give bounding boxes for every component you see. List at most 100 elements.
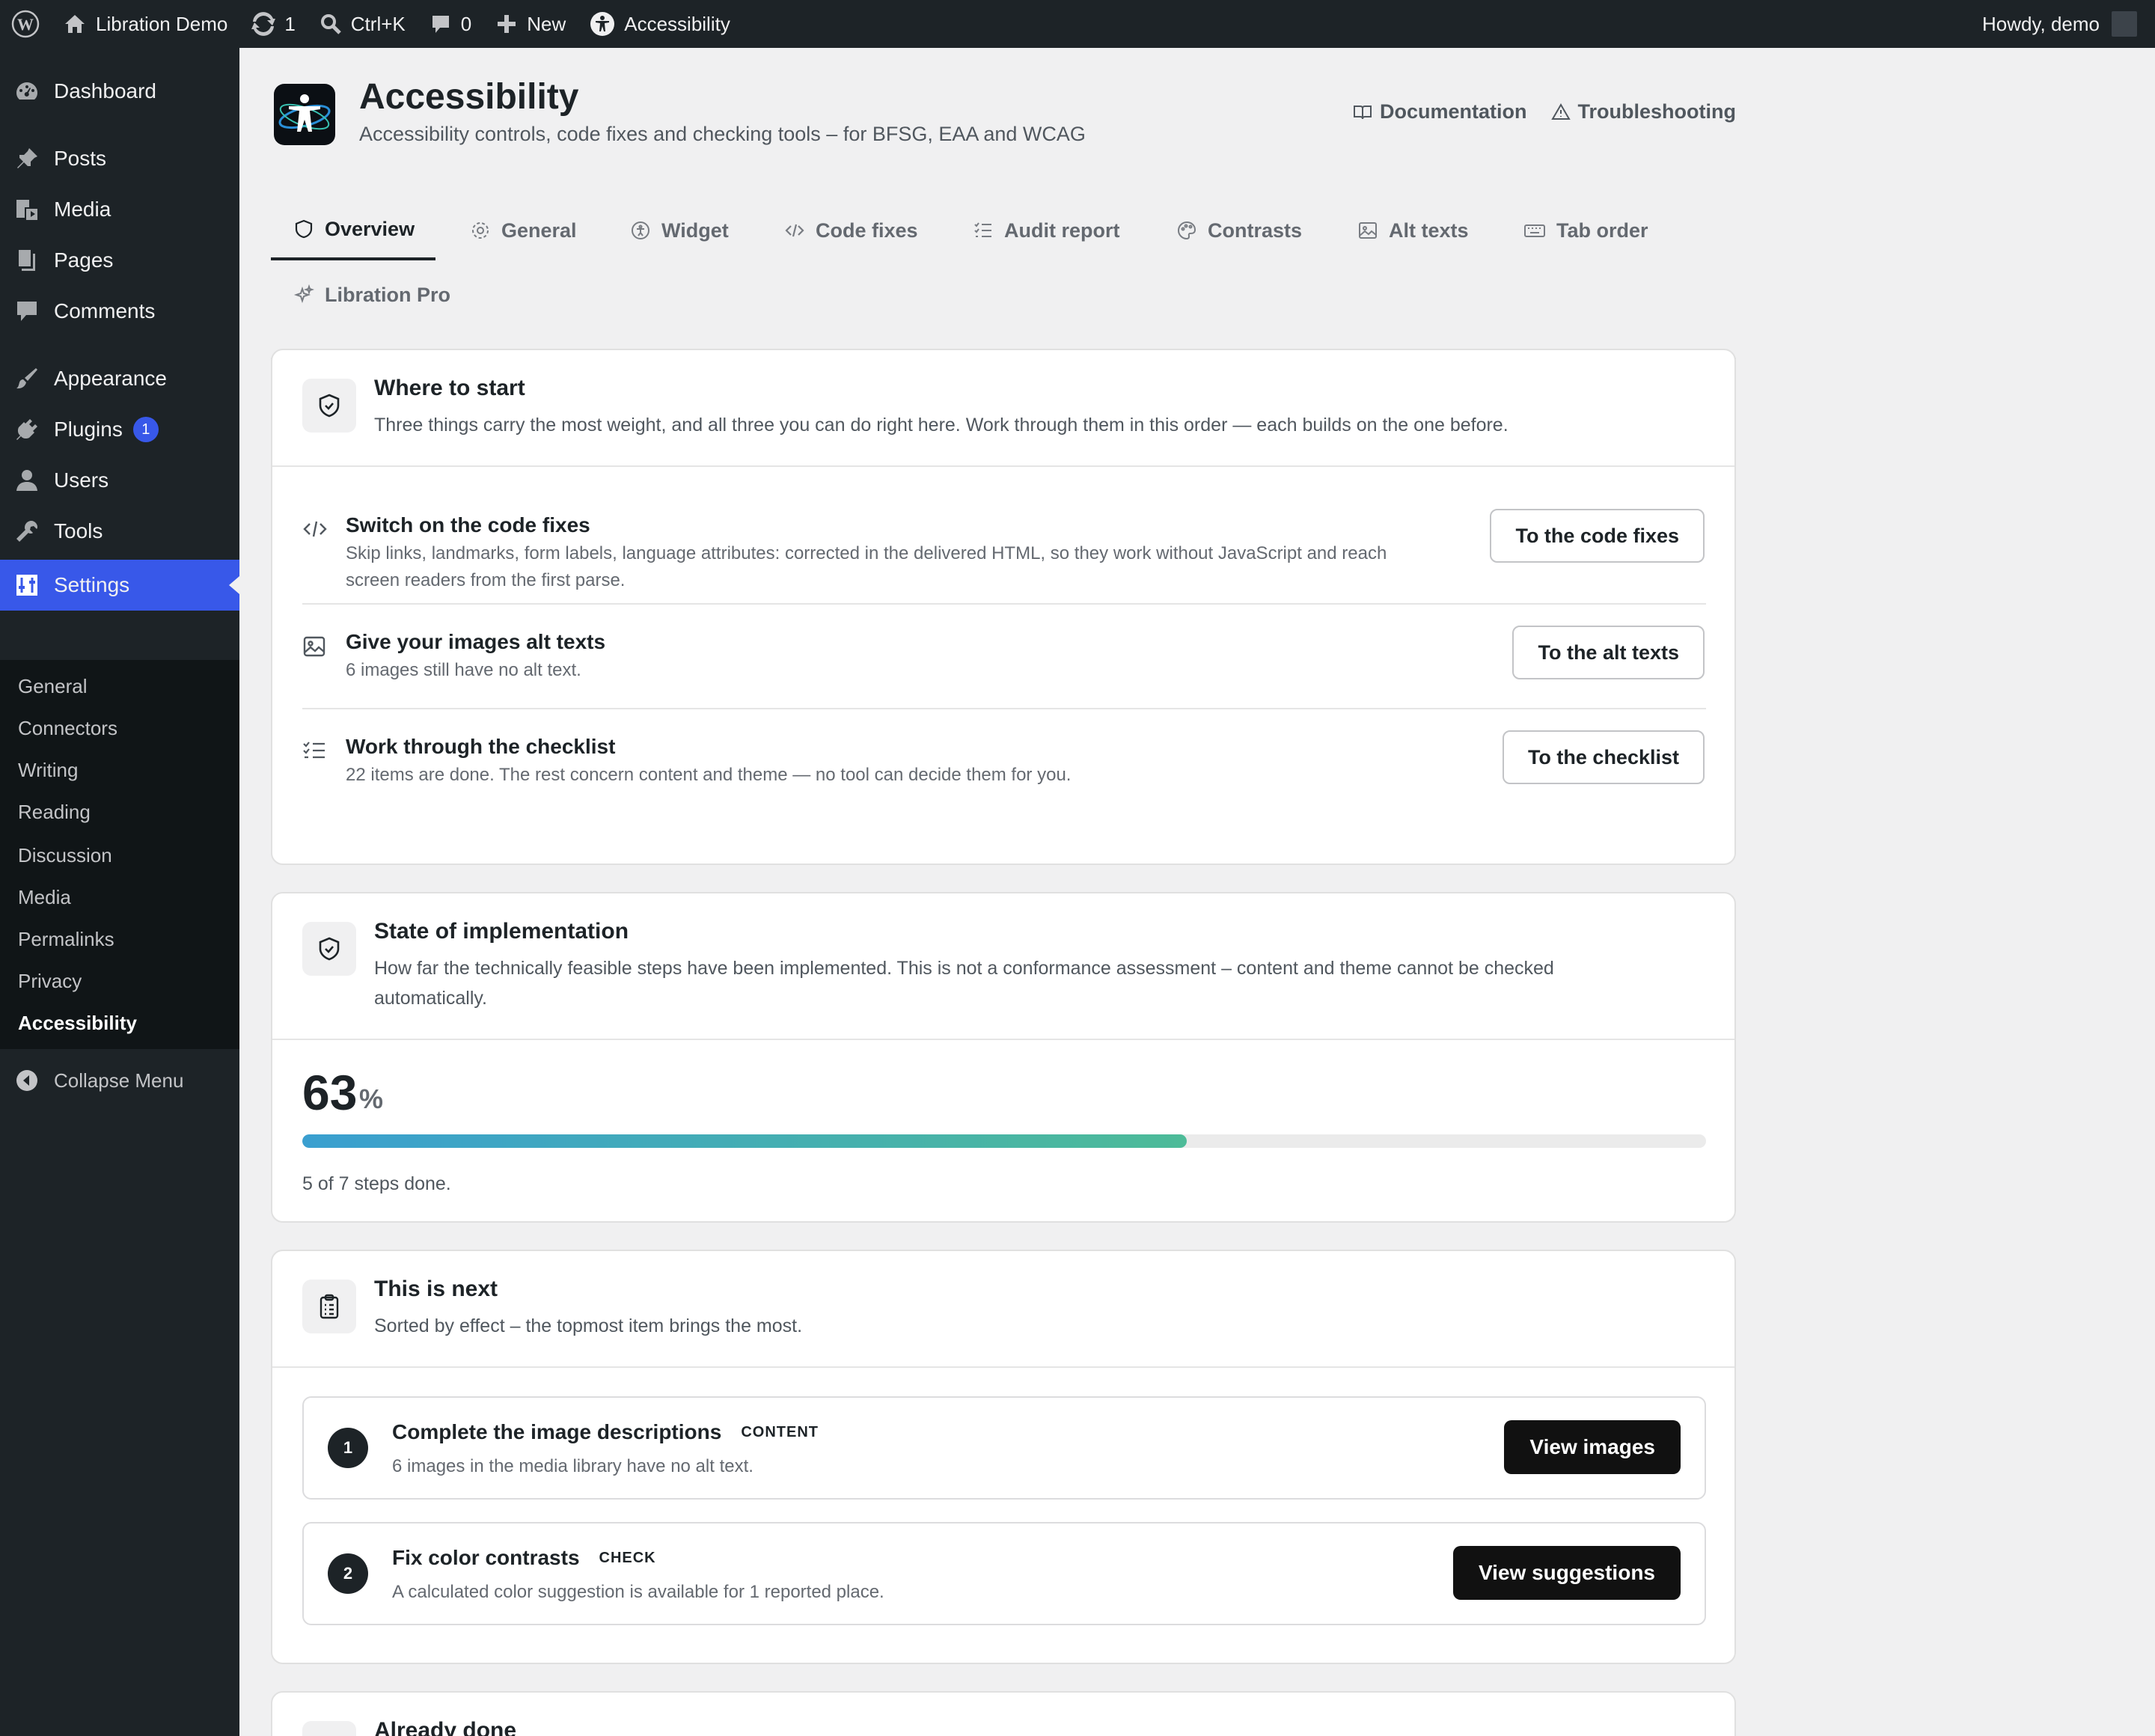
- collapse-menu-button[interactable]: Collapse Menu: [0, 1057, 239, 1104]
- next-desc: Sorted by effect – the topmost item brin…: [374, 1315, 803, 1336]
- tab-overview[interactable]: Overview: [271, 201, 436, 260]
- checklist-icon: [974, 222, 991, 237]
- sidebar-item-dashboard[interactable]: Dashboard: [0, 66, 239, 117]
- to-code-fixes-button[interactable]: To the code fixes: [1490, 509, 1705, 563]
- keyboard-icon: [1524, 224, 1545, 237]
- start-item-desc: 22 items are done. The rest concern cont…: [346, 765, 1072, 785]
- accessibility-link[interactable]: Accessibility: [578, 0, 742, 48]
- sidebar-item-posts[interactable]: Posts: [0, 133, 239, 184]
- comments-icon: [17, 302, 37, 321]
- sidebar-label-posts: Posts: [54, 147, 107, 170]
- to-checklist-button[interactable]: To the checklist: [1502, 730, 1705, 784]
- tab-code-fixes[interactable]: Code fixes: [784, 201, 918, 260]
- accessibility-logo-icon: [278, 94, 331, 132]
- submenu-reading[interactable]: Reading: [18, 801, 91, 824]
- done-header: Already done: [272, 1693, 1734, 1736]
- tab-audit-report[interactable]: Audit report: [973, 201, 1120, 260]
- plug-icon: [16, 419, 37, 440]
- tab-label-libration-pro: Libration Pro: [325, 283, 450, 306]
- sidebar-item-comments[interactable]: Comments: [0, 286, 239, 337]
- tab-general[interactable]: General: [470, 201, 577, 260]
- wordpress-logo-icon[interactable]: W: [0, 0, 51, 48]
- sidebar-label-plugins: Plugins: [54, 418, 123, 441]
- search-shortcut: Ctrl+K: [350, 12, 406, 35]
- sparkle-icon: [293, 284, 314, 304]
- tab-contrasts[interactable]: Contrasts: [1176, 201, 1302, 260]
- new-content-link[interactable]: New: [483, 0, 578, 48]
- task-title: Fix color contrasts CHECK: [392, 1546, 656, 1570]
- to-alt-texts-button[interactable]: To the alt texts: [1512, 626, 1705, 679]
- image-icon: [1359, 222, 1377, 239]
- next-task-item: 2 Fix color contrasts CHECK A calculated …: [302, 1522, 1706, 1625]
- done-title: Already done: [374, 1718, 517, 1736]
- plus-icon: [498, 15, 516, 33]
- view-suggestions-button[interactable]: View suggestions: [1453, 1546, 1681, 1600]
- accessibility-label: Accessibility: [624, 12, 730, 35]
- site-name-link[interactable]: Libration Demo: [51, 0, 239, 48]
- documentation-label: Documentation: [1380, 100, 1527, 123]
- comments-link[interactable]: 0: [418, 0, 483, 48]
- sidebar-item-media[interactable]: Media: [0, 184, 239, 235]
- my-account-link[interactable]: Howdy, demo: [1970, 0, 2155, 48]
- collapse-arrow-icon: [16, 1070, 37, 1091]
- sidebar-item-appearance[interactable]: Appearance: [0, 353, 239, 404]
- sidebar-label-pages: Pages: [54, 248, 114, 272]
- tab-label-general: General: [501, 218, 577, 242]
- this-is-next-card: This is next Sorted by effect – the topm…: [271, 1250, 1736, 1664]
- tab-label-code-fixes: Code fixes: [816, 218, 918, 242]
- submenu-writing[interactable]: Writing: [18, 759, 78, 782]
- submenu-discussion[interactable]: Discussion: [18, 844, 112, 867]
- submenu-connectors[interactable]: Connectors: [18, 717, 117, 740]
- sidebar-item-plugins[interactable]: Plugins 1: [0, 404, 239, 455]
- sidebar-label-users: Users: [54, 468, 109, 492]
- where-to-start-card: Where to start Three things carry the mo…: [271, 349, 1736, 865]
- start-item-desc: 6 images still have no alt text.: [346, 660, 581, 680]
- updates-link[interactable]: 1: [239, 0, 307, 48]
- sidebar-item-pages[interactable]: Pages: [0, 235, 239, 286]
- search-link[interactable]: Ctrl+K: [308, 0, 418, 48]
- troubleshooting-label: Troubleshooting: [1577, 100, 1736, 123]
- admin-bar: W Libration Demo 1 Ctrl+K 0 New Accessib…: [0, 0, 2155, 48]
- media-icon: [16, 200, 37, 220]
- progress-bar: [302, 1134, 1706, 1148]
- search-icon: [320, 14, 341, 34]
- updates-count: 1: [284, 12, 296, 35]
- where-to-start-title: Where to start: [374, 376, 525, 400]
- view-images-button[interactable]: View images: [1504, 1420, 1681, 1474]
- submenu-permalinks[interactable]: Permalinks: [18, 928, 114, 951]
- task-number: 1: [328, 1428, 368, 1468]
- submenu-accessibility[interactable]: Accessibility: [18, 1012, 137, 1035]
- plugin-logo: [274, 84, 335, 145]
- submenu-media[interactable]: Media: [18, 886, 71, 909]
- header-links: Documentation Troubleshooting: [1353, 100, 1736, 123]
- submenu-general[interactable]: General: [18, 675, 88, 698]
- sidebar-label-tools: Tools: [54, 519, 103, 542]
- progress-percent-sign: %: [359, 1084, 384, 1114]
- gear-icon: [472, 222, 489, 239]
- start-item-title: Give your images alt texts: [346, 630, 606, 653]
- submenu-privacy[interactable]: Privacy: [18, 970, 82, 993]
- sidebar-label-media: Media: [54, 198, 111, 221]
- admin-sidebar: Dashboard Posts Media Pages Comments App…: [0, 48, 239, 1736]
- documentation-link[interactable]: Documentation: [1353, 100, 1527, 123]
- state-of-implementation-card: State of implementation How far the tech…: [271, 892, 1736, 1223]
- site-name: Libration Demo: [96, 12, 228, 35]
- tab-alt-texts[interactable]: Alt texts: [1357, 201, 1469, 260]
- dashboard-icon: [16, 82, 37, 100]
- tab-libration-pro[interactable]: Libration Pro: [293, 265, 450, 325]
- sidebar-item-users[interactable]: Users: [0, 455, 239, 506]
- troubleshooting-link[interactable]: Troubleshooting: [1550, 100, 1736, 123]
- sidebar-item-settings[interactable]: Settings: [0, 560, 239, 611]
- divider: [302, 603, 1706, 605]
- sidebar-item-tools[interactable]: Tools: [0, 506, 239, 557]
- sidebar-label-dashboard: Dashboard: [54, 79, 156, 103]
- page-subtitle: Accessibility controls, code fixes and c…: [359, 123, 1086, 145]
- settings-submenu: General Connectors Writing Reading Discu…: [0, 660, 239, 1049]
- avatar: [2112, 11, 2137, 37]
- tab-widget[interactable]: Widget: [630, 201, 729, 260]
- tab-label-audit-report: Audit report: [1004, 218, 1120, 242]
- next-title: This is next: [374, 1277, 498, 1301]
- plugins-update-badge: 1: [132, 417, 159, 442]
- progress-bar-fill: [302, 1134, 1187, 1148]
- tab-tab-order[interactable]: Tab order: [1523, 201, 1648, 260]
